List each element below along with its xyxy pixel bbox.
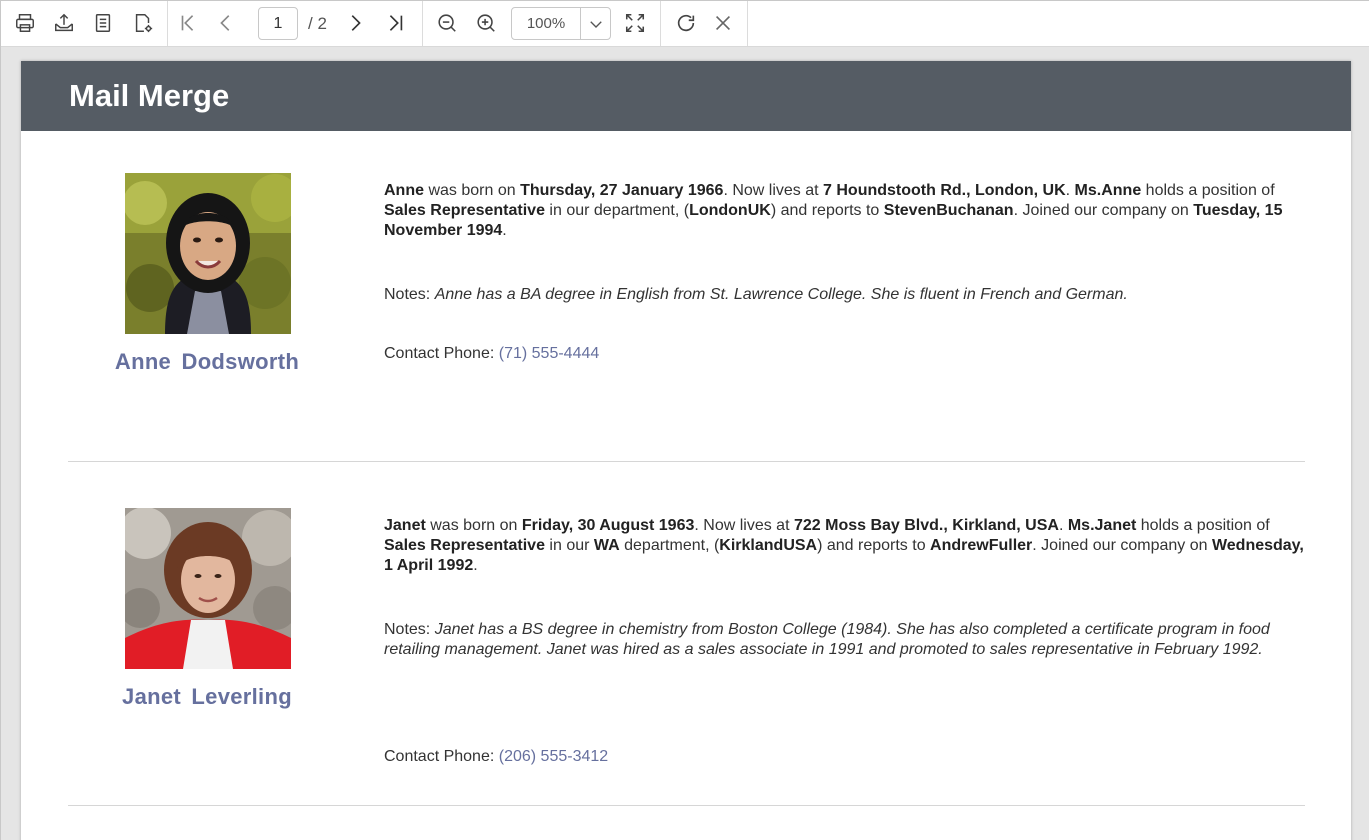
report-page: Mail Merge Anne Dodsworth Anne was born … — [21, 61, 1351, 840]
fit-page-icon — [625, 13, 645, 33]
page-number-input[interactable] — [258, 7, 298, 40]
previous-page-button[interactable] — [210, 7, 242, 39]
refresh-button[interactable] — [670, 7, 702, 39]
report-viewer[interactable]: Mail Merge Anne Dodsworth Anne was born … — [1, 47, 1369, 840]
export-button[interactable] — [48, 7, 80, 39]
record-divider — [68, 805, 1305, 806]
employee-photo — [125, 173, 291, 334]
print-icon — [16, 14, 34, 32]
zoom-dropdown-button[interactable] — [581, 8, 611, 39]
employee-phone: Contact Phone: (206) 555-3412 — [384, 748, 609, 765]
previous-page-icon — [220, 15, 230, 31]
employee-bio: Janet was born on Friday, 30 August 1963… — [384, 517, 1304, 574]
employee-phone: Contact Phone: (71) 555-4444 — [384, 345, 600, 362]
employee-notes: Notes: Janet has a BS degree in chemistr… — [384, 621, 1270, 658]
fit-page-button[interactable] — [619, 7, 651, 39]
close-icon — [715, 15, 731, 31]
zoom-out-button[interactable] — [431, 7, 463, 39]
record-divider — [68, 461, 1305, 462]
report-title: Mail Merge — [69, 78, 230, 113]
zoom-out-icon — [438, 14, 456, 32]
print-button[interactable] — [9, 7, 41, 39]
report-header: Mail Merge — [21, 61, 1351, 131]
zoom-in-icon — [477, 14, 495, 32]
chevron-down-icon — [590, 20, 602, 28]
document-icon — [95, 14, 111, 32]
employee-bio: Anne was born on Thursday, 27 January 19… — [384, 182, 1283, 239]
first-page-button[interactable] — [172, 7, 204, 39]
employee-name: Janet Leverling — [122, 684, 292, 709]
zoom-select[interactable]: 100% — [511, 7, 611, 40]
zoom-in-button[interactable] — [470, 7, 502, 39]
employee-photo — [125, 508, 291, 669]
close-button[interactable] — [707, 7, 739, 39]
viewer-toolbar: / 2 100% — [1, 1, 1369, 47]
next-page-icon — [351, 15, 361, 31]
first-page-icon — [181, 15, 194, 31]
export-icon — [55, 13, 73, 32]
employee-name: Anne Dodsworth — [114, 349, 300, 374]
employee-notes: Notes: Anne has a BA degree in English f… — [384, 286, 1128, 303]
refresh-icon — [677, 14, 695, 32]
zoom-value: 100% — [526, 15, 566, 32]
document-button[interactable] — [87, 7, 119, 39]
page-setup-button[interactable] — [127, 7, 159, 39]
page-total-label: / 2 — [308, 14, 327, 33]
last-page-button[interactable] — [379, 7, 411, 39]
next-page-button[interactable] — [339, 7, 371, 39]
page-setup-icon — [135, 14, 153, 33]
last-page-icon — [389, 15, 403, 31]
